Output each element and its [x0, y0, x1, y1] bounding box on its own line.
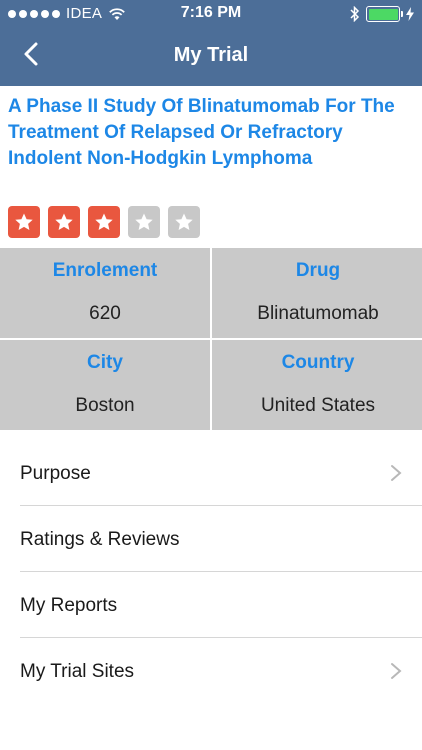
star-icon	[8, 206, 40, 238]
detail-drug: Drug Blinatumomab	[212, 248, 422, 338]
chevron-right-icon	[391, 663, 402, 679]
menu-item-ratings-reviews[interactable]: Ratings & Reviews	[0, 506, 422, 572]
battery-icon	[366, 6, 403, 22]
menu-item-label: My Trial Sites	[20, 661, 135, 682]
bluetooth-icon	[350, 6, 360, 22]
detail-country: Country United States	[212, 340, 422, 430]
menu-item-label: Ratings & Reviews	[20, 529, 180, 550]
detail-value: Boston	[75, 395, 135, 416]
trial-title: A Phase II Study Of Blinatumomab For The…	[8, 96, 395, 169]
detail-label: Country	[281, 352, 355, 373]
detail-label: Enrolement	[52, 260, 158, 281]
page-title: My Trial	[173, 44, 249, 66]
detail-label: Drug	[295, 260, 341, 281]
star-icon	[168, 206, 200, 238]
detail-city: City Boston	[0, 340, 210, 430]
nav-header: IDEA 7:16 PM My Trial	[0, 0, 422, 86]
star-icon	[88, 206, 120, 238]
trial-menu: Purpose Ratings & Reviews My Reports My …	[0, 440, 422, 704]
chevron-right-icon	[391, 465, 402, 481]
detail-label: City	[87, 352, 123, 373]
menu-item-my-reports[interactable]: My Reports	[0, 572, 422, 638]
detail-value: United States	[260, 395, 376, 416]
status-right	[350, 6, 414, 22]
menu-item-label: Purpose	[20, 463, 91, 484]
trial-details-grid: Enrolement 620 Drug Blinatumomab City Bo…	[0, 248, 422, 430]
detail-enrolement: Enrolement 620	[0, 248, 210, 338]
detail-value: 620	[89, 303, 121, 324]
detail-value: Blinatumomab	[257, 303, 379, 324]
menu-item-label: My Reports	[20, 595, 118, 616]
status-bar: IDEA 7:16 PM	[0, 0, 422, 30]
star-icon	[48, 206, 80, 238]
charging-bolt-icon	[406, 7, 414, 21]
rating-stars	[8, 206, 200, 238]
menu-item-my-trial-sites[interactable]: My Trial Sites	[0, 638, 422, 704]
star-icon	[128, 206, 160, 238]
menu-item-purpose[interactable]: Purpose	[0, 440, 422, 506]
